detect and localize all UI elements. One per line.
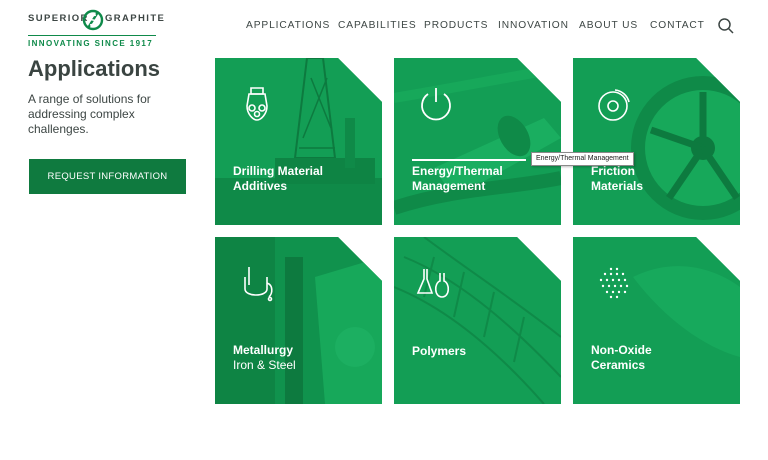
power-icon <box>421 88 451 121</box>
logo-divider <box>28 35 156 36</box>
page-title: Applications <box>28 56 161 81</box>
nav-innovation[interactable]: INNOVATION <box>498 20 569 31</box>
tile-label-line2: Management <box>412 179 486 193</box>
page-description: A range of solutions for addressing comp… <box>28 92 151 136</box>
nav-about-us[interactable]: ABOUT US <box>579 20 638 31</box>
tile-label-line1: Drilling Material <box>233 164 324 178</box>
tile-polymers[interactable]: Polymers <box>394 237 561 404</box>
flask-icon <box>416 269 450 298</box>
brand-tagline: INNOVATING SINCE 1917 <box>28 39 154 48</box>
tile-friction-materials[interactable]: Friction Materials <box>573 58 740 225</box>
tile-label-line1: Metallurgy <box>233 343 294 357</box>
ladle-icon <box>244 267 273 302</box>
graphite-s-mark-icon <box>82 9 104 31</box>
tile-drilling-material-additives[interactable]: Drilling Material Additives <box>215 58 382 225</box>
tile-label-line1: Non-Oxide <box>591 343 652 357</box>
dot-sphere-icon <box>599 267 629 299</box>
brand-logo[interactable]: SUPERIOR GRAPHITE INNOVATING SINCE 1917 <box>28 6 164 50</box>
drill-bit-icon <box>246 87 268 121</box>
tooltip: Energy/Thermal Management <box>531 152 634 166</box>
tile-metallurgy-iron-steel[interactable]: Metallurgy Iron & Steel <box>215 237 382 404</box>
tile-non-oxide-ceramics[interactable]: Non-Oxide Ceramics <box>573 237 740 404</box>
brand-word-superior: SUPERIOR <box>28 13 89 24</box>
tile-label-line2: Ceramics <box>591 358 646 372</box>
tile-label-line2: Iron & Steel <box>233 358 296 372</box>
tile-label-line2: Additives <box>233 179 288 193</box>
nav-contact[interactable]: CONTACT <box>650 20 705 31</box>
tile-label-line2: Materials <box>591 179 644 193</box>
nav-applications[interactable]: APPLICATIONS <box>246 20 330 31</box>
brand-word-graphite: GRAPHITE <box>105 13 166 24</box>
tile-label-line1: Polymers <box>412 344 467 358</box>
nav-capabilities[interactable]: CAPABILITIES <box>338 20 417 31</box>
tile-label-line1: Friction <box>591 164 635 178</box>
tile-energy-thermal-management[interactable]: Energy/Thermal Management <box>394 58 561 225</box>
nav-products[interactable]: PRODUCTS <box>424 20 488 31</box>
hover-underline <box>412 159 526 161</box>
search-icon[interactable] <box>717 17 735 35</box>
brake-disc-icon <box>598 89 630 121</box>
tile-label-line1: Energy/Thermal <box>412 164 503 178</box>
request-information-button[interactable]: REQUEST INFORMATION <box>29 159 186 194</box>
